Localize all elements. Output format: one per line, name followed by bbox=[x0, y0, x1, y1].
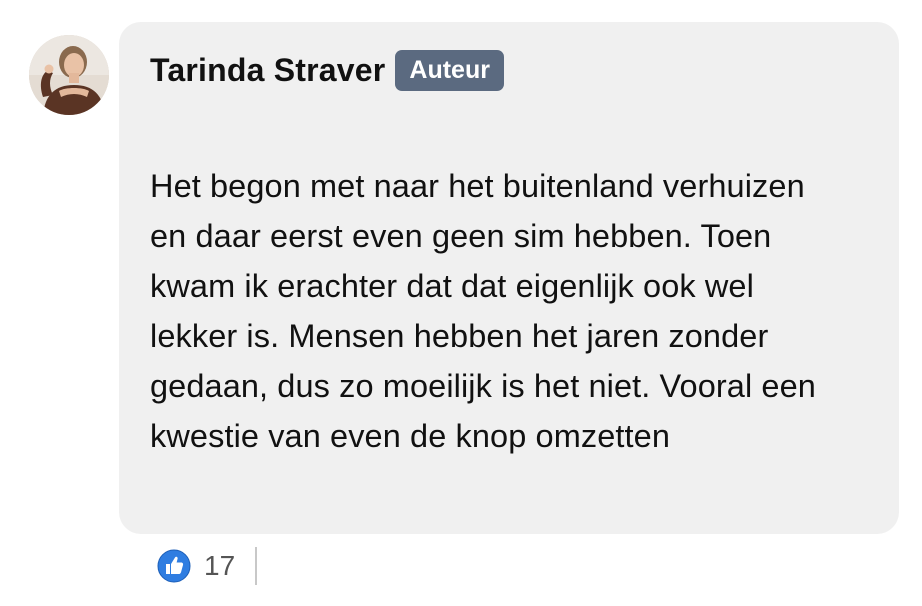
comment-text: Het begon met naar het buitenland verhui… bbox=[150, 168, 816, 454]
author-name[interactable]: Tarinda Straver bbox=[150, 52, 385, 89]
comment-bubble: Tarinda Straver Auteur Het begon met naa… bbox=[119, 22, 899, 534]
like-count: 17 bbox=[204, 550, 236, 581]
comment-actions: 17 bbox=[157, 546, 258, 586]
comment: Tarinda Straver Auteur Het begon met naa… bbox=[0, 0, 922, 606]
divider bbox=[255, 547, 258, 585]
comment-header: Tarinda Straver Auteur bbox=[150, 48, 869, 92]
avatar[interactable] bbox=[29, 35, 109, 115]
user-photo-icon bbox=[29, 35, 109, 115]
author-badge: Auteur bbox=[395, 49, 504, 91]
thumbs-up-icon[interactable] bbox=[157, 549, 191, 583]
